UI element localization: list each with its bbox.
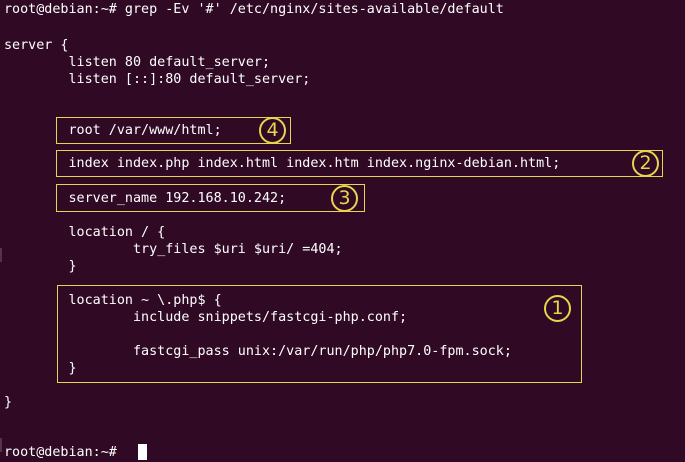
config-line-server-open: server { bbox=[4, 38, 69, 53]
terminal-edge-mark bbox=[0, 438, 2, 452]
location-php-highlight-box bbox=[57, 285, 582, 383]
location-php-marker-badge: 1 bbox=[544, 295, 571, 322]
terminal-window[interactable]: root@debian:~# grep -Ev '#' /etc/nginx/s… bbox=[0, 0, 685, 462]
shell-prompt: root@debian:~# bbox=[4, 445, 125, 460]
command-line: root@debian:~# grep -Ev '#' /etc/nginx/s… bbox=[4, 2, 504, 17]
config-line-try-files: try_files $uri $uri/ =404; bbox=[4, 242, 343, 257]
config-line-listen-ipv4: listen 80 default_server; bbox=[4, 55, 271, 70]
config-line-location-root-close: } bbox=[4, 259, 77, 274]
server-name-highlight-box bbox=[56, 184, 365, 212]
server-name-marker-badge: 3 bbox=[331, 185, 358, 212]
root-marker-badge: 4 bbox=[259, 117, 286, 144]
terminal-cursor bbox=[138, 444, 147, 460]
index-marker-badge: 2 bbox=[632, 150, 659, 177]
terminal-edge-mark bbox=[0, 248, 2, 262]
config-line-listen-ipv6: listen [::]:80 default_server; bbox=[4, 72, 311, 87]
root-highlight-box bbox=[56, 117, 291, 144]
index-highlight-box bbox=[56, 150, 663, 177]
config-line-location-root-open: location / { bbox=[4, 225, 166, 240]
config-line-server-close: } bbox=[4, 395, 13, 410]
